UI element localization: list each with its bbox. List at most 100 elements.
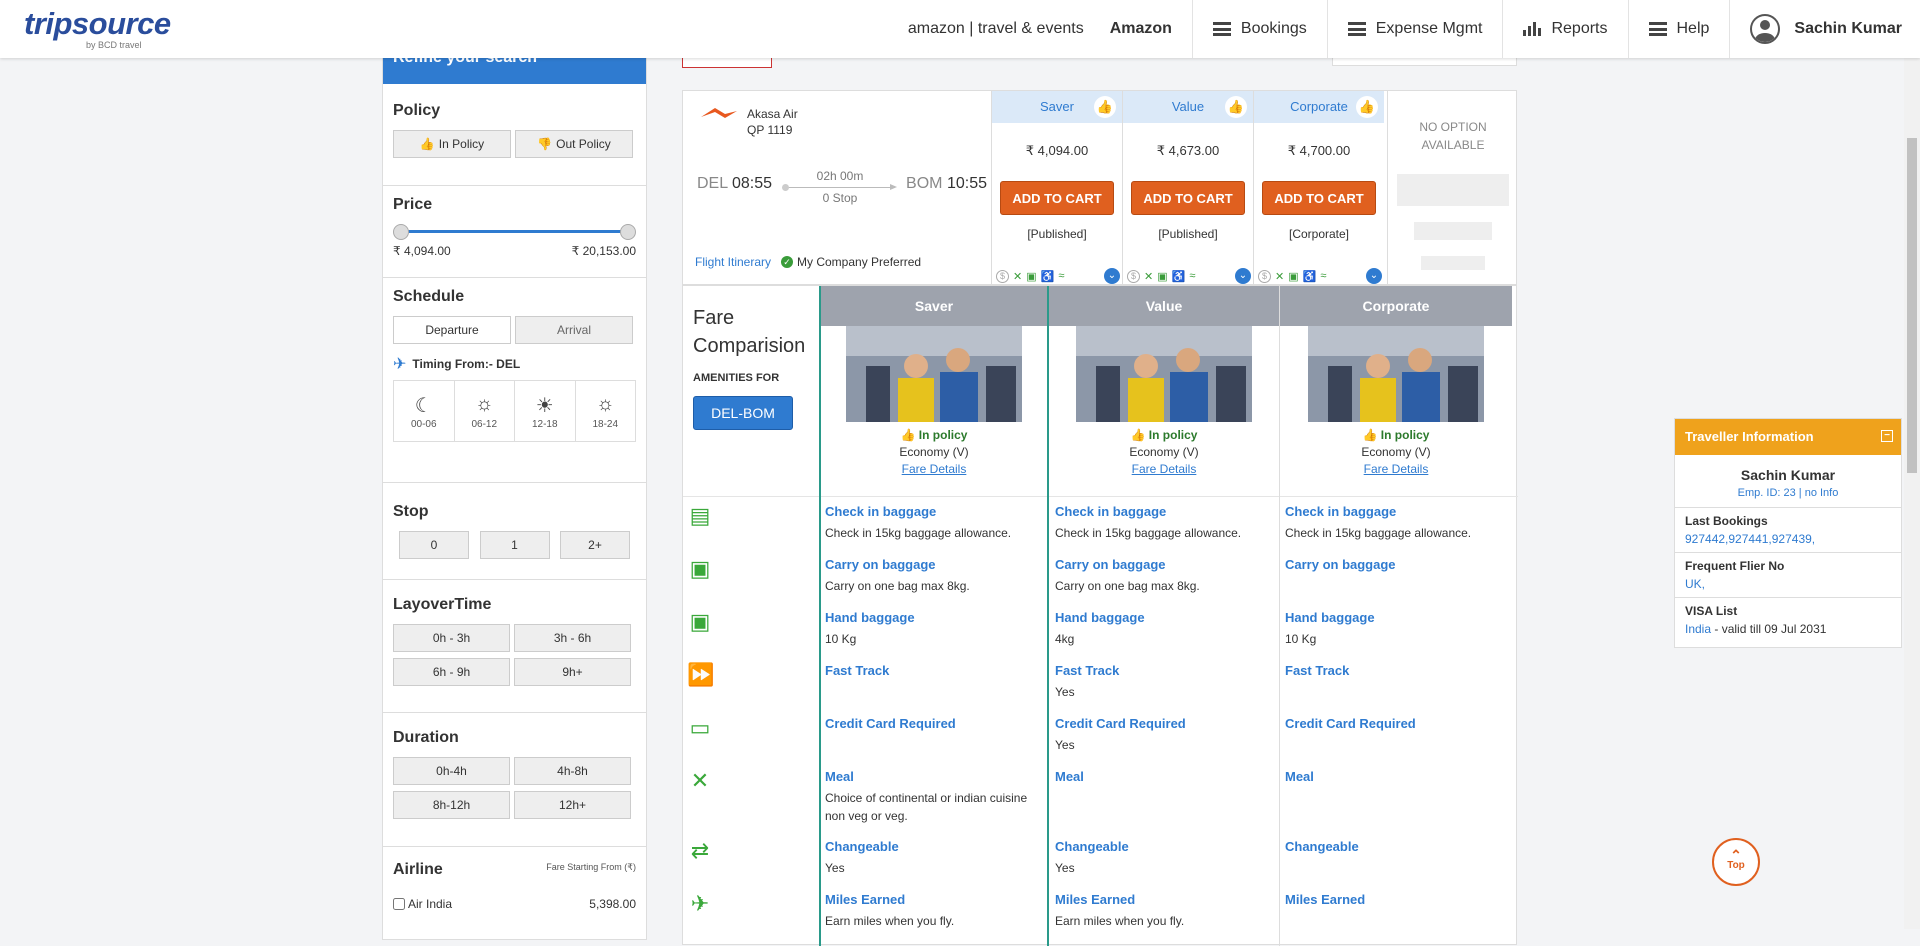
flight-stops: 0 Stop [822,191,858,205]
amenity-cell: Changeable [1285,838,1503,859]
in-policy-button[interactable]: 👍 In Policy [393,130,511,158]
fare-details-link[interactable]: Fare Details [1049,462,1279,476]
duration-12plus-button[interactable]: 12h+ [514,791,631,819]
fare-comparison: Fare Comparision AMENITIES FOR DEL-BOM ▤… [682,285,1518,946]
fare-details-link[interactable]: Fare Details [821,462,1047,476]
slot-afternoon[interactable]: ☀ 12-18 [515,381,576,441]
fare-amenity-icons: $ ✕ ▣ ♿ ≈ ⌄ [996,268,1120,284]
amenity-title: Hand baggage [825,610,915,625]
out-policy-button[interactable]: 👎 Out Policy [515,130,633,158]
airline-checkbox[interactable] [393,898,405,910]
flight-duration: 02h 00m [816,169,864,183]
visa-entry: India - valid till 09 Jul 2031 [1685,622,1891,636]
slot-morning[interactable]: ☼ 06-12 [455,381,515,441]
user-avatar-icon [1750,14,1781,44]
placeholder-block [1397,174,1509,206]
nav-bookings[interactable]: Bookings [1193,0,1328,58]
duration-8-12-button[interactable]: 8h-12h [393,791,510,819]
amenity-title: Meal [1285,769,1314,784]
stop-2plus-button[interactable]: 2+ [560,531,630,559]
amenity-title: Carry on baggage [1285,557,1396,572]
duration-4-8-button[interactable]: 4h-8h [514,757,631,785]
nav-amazon[interactable]: Amazon [1090,0,1193,58]
nav-help-label: Help [1676,20,1710,37]
baggage-icon: ▣ [1026,270,1037,283]
nav-amazon-travel-label: amazon | travel & events [907,20,1084,37]
arrival: BOM 10:55 [906,175,987,193]
scrollbar-thumb[interactable] [1907,138,1917,473]
slot-evening[interactable]: ☼ 18-24 [576,381,636,441]
amenity-cell: Check in baggage Check in 15kg baggage al… [1055,503,1273,542]
fare-price: ₹ 4,700.00 [1287,143,1351,158]
dollar-icon: $ [1258,269,1271,283]
slot-night[interactable]: ☾ 00-06 [394,381,455,441]
nav-reports[interactable]: Reports [1503,0,1629,58]
flight-itinerary-link[interactable]: Flight Itinerary [695,255,771,269]
chevron-down-icon[interactable]: ⌄ [1366,268,1382,284]
stop-label: 2+ [588,538,602,552]
duration-label: 0h-4h [436,764,467,778]
layover-0-3-button[interactable]: 0h - 3h [393,624,510,652]
last-bookings-links[interactable]: 927442,927441,927439, [1685,532,1891,546]
add-to-cart-button[interactable]: ADD TO CART [1000,181,1114,215]
out-policy-label: Out Policy [556,137,611,151]
amenity-cell: Fast Track [1285,662,1503,683]
price-slider[interactable] [393,224,636,240]
price-title: Price [393,196,433,213]
stop-1-button[interactable]: 1 [479,531,550,559]
arrival-tab[interactable]: Arrival [515,316,633,344]
departure-tab[interactable]: Departure [393,316,511,344]
price-min-handle[interactable] [393,224,409,240]
traveller-information-panel: Traveller Information − Sachin Kumar Emp.… [1674,418,1902,648]
amenity-description: Carry on one bag max 8kg. [825,579,970,593]
sun-icon: ☀ [535,394,554,417]
fare-details-link[interactable]: Fare Details [1280,462,1512,476]
time-slots: ☾ 00-06 ☼ 06-12 ☀ 12-18 ☼ 18-24 [393,380,636,442]
fare-header: Saver 👍 [992,91,1122,123]
scroll-top-button[interactable]: ⌃ Top [1712,838,1760,886]
duration-0-4-button[interactable]: 0h-4h [393,757,510,785]
duration-filter: Duration 0h-4h 4h-8h 8h-12h 12h+ [383,713,646,847]
amenity-title: Changeable [825,839,899,854]
flight-result-card: Akasa Air QP 1119 DEL 08:55 02h 00m 0 St… [682,90,1517,286]
fare-option-saver: Saver 👍 ₹ 4,094.00 ADD TO CART [Published… [991,91,1122,286]
price-max-handle[interactable] [620,224,636,240]
duration-title: Duration [393,729,459,746]
layover-6-9-button[interactable]: 6h - 9h [393,658,510,686]
chevron-down-icon[interactable]: ⌄ [1235,268,1251,284]
amenity-title: Credit Card Required [1055,716,1186,731]
amenity-title: Check in baggage [825,504,937,519]
chevron-up-icon: ⌃ [1730,847,1742,863]
amenity-title: Fast Track [1285,663,1350,678]
tripsource-logo[interactable]: tripsource by BCD travel [24,6,171,50]
sunrise-icon: ☼ [475,392,494,415]
add-to-cart-button[interactable]: ADD TO CART [1262,181,1376,215]
nav-help[interactable]: Help [1629,0,1731,58]
price-max-value: ₹ 20,153.00 [571,244,636,258]
layover-3-6-button[interactable]: 3h - 6h [514,624,631,652]
frequent-flier-value: UK, [1685,577,1706,591]
amenity-description: Check in 15kg baggage allowance. [1285,526,1472,540]
nav-expense[interactable]: Expense Mgmt [1328,0,1504,58]
add-to-cart-button[interactable]: ADD TO CART [1131,181,1245,215]
airline-option[interactable]: Air India [393,897,452,911]
page-scrollbar[interactable] [1904,58,1920,929]
chevron-down-icon[interactable]: ⌄ [1104,268,1120,284]
policy-status: 👍 In policy [1049,428,1279,442]
policy-status: 👍 In policy [821,428,1047,442]
user-menu[interactable]: Sachin Kumar [1730,0,1920,58]
policy-label: In policy [1380,428,1430,442]
route-button[interactable]: DEL-BOM [693,396,793,430]
amenity-title: Carry on baggage [825,557,936,572]
layover-9plus-button[interactable]: 9h+ [514,658,631,686]
stop-0-button[interactable]: 0 [399,531,469,559]
policy-status: 👍 In policy [1280,428,1512,442]
sort-tab[interactable] [682,58,772,68]
nav-amazon-travel[interactable]: amazon | travel & events [888,0,1090,58]
amenity-description: Earn miles when you fly. [825,914,955,928]
arr-time: 10:55 [946,175,987,192]
airline-info: Akasa Air QP 1119 [747,106,798,138]
collapse-icon[interactable]: − [1881,430,1893,442]
price-min-value: ₹ 4,094.00 [393,244,451,258]
amenity-cell: Carry on baggage Carry on one bag max 8kg… [1055,556,1273,595]
